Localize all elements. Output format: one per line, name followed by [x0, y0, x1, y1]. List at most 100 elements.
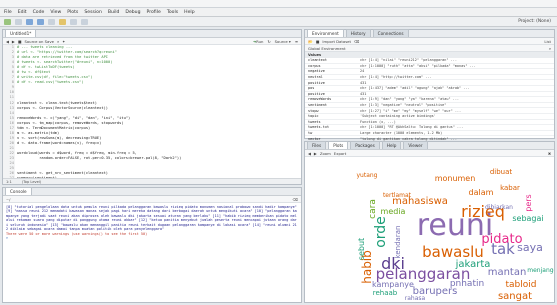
save-source-icon[interactable]: ■ [18, 39, 22, 44]
import-dataset-button[interactable]: Import Dataset [322, 39, 351, 44]
menu-profile[interactable]: Profile [147, 10, 161, 15]
cloud-word: rehaab [373, 289, 398, 297]
tab-untitled1[interactable]: Untitled1* [5, 29, 37, 37]
forward-icon[interactable]: ▶ [12, 39, 15, 44]
rerun-icon[interactable]: ↻ [267, 39, 270, 44]
menu-debug[interactable]: Debug [125, 10, 140, 15]
tab-history[interactable]: History [345, 29, 371, 37]
env-value: chr [1:4] "nilai" "reuni212" "pelanggara… [360, 58, 457, 63]
code-editor[interactable]: 1 2 3 4 5 6 7 8 9 10 11 12 13 14 15 16 17 18 19 20 21 22 23 24 2… [3, 45, 301, 178]
scope-indicator[interactable]: (Top Level) [22, 180, 42, 184]
tab-packages[interactable]: Packages [350, 141, 380, 149]
env-value: chr [1:1000] "ruth" "atta" "aksi" "pilka… [360, 63, 476, 68]
cloud-word: tak [491, 240, 515, 258]
zoom-button[interactable]: Zoom [320, 151, 331, 156]
console-pane: Console ~/ ⌫ [8] "tutorial pengelolaan d… [2, 187, 302, 303]
line-number-gutter: 1 2 3 4 5 6 7 8 9 10 11 12 13 14 15 16 17 18 19 20 21 22 23 24 2… [3, 45, 15, 178]
save-icon[interactable] [26, 18, 33, 25]
source-on-save-label[interactable]: Source on Save [24, 39, 54, 44]
menu-file[interactable]: File [4, 10, 12, 15]
console-prompt[interactable]: > [6, 236, 8, 240]
cloud-word: media [381, 207, 406, 216]
env-value: 431 [360, 91, 367, 96]
tab-plots[interactable]: Plots [328, 141, 349, 149]
open-file-icon[interactable] [15, 18, 22, 25]
wand-icon[interactable]: ✦ [62, 39, 65, 44]
menu-session[interactable]: Session [84, 10, 102, 15]
env-value: chr [1:437] "adem" "adil" "agung" "ajak"… [360, 86, 470, 91]
cloud-word: yutang [357, 172, 378, 179]
menu-tools[interactable]: Tools [167, 10, 178, 15]
menu-code[interactable]: Code [33, 10, 45, 15]
scope-bar: Global Environment ⌕ [305, 45, 554, 52]
code-lines[interactable]: # --- tweets cleaning --- # url <- "https… [17, 45, 299, 178]
global-environment-select[interactable]: Global Environment [308, 46, 346, 51]
list-view-button[interactable]: List [544, 39, 551, 44]
menu-build[interactable]: Build [108, 10, 120, 15]
go-to-file-icon[interactable] [59, 18, 66, 25]
clear-plots-icon[interactable]: ✖ [548, 151, 551, 156]
tab-console[interactable]: Console [5, 187, 32, 195]
word-cloud: reunipelanggaranbawaslurizieqdkipidatota… [357, 168, 555, 302]
source-toolbar: ◀ ▶ ■ Source on Save ⌕ ✦ ➜Run ↻ Source ▾… [3, 38, 301, 45]
cloud-word: dibuat [490, 168, 513, 176]
project-menu[interactable]: Project: (None) [518, 19, 551, 24]
env-value: chr [1:9] "dan" "yang" "ya" "karena" "at… [360, 97, 460, 102]
broom-icon[interactable]: ⌫ [354, 39, 359, 44]
tab-viewer[interactable]: Viewer [403, 141, 428, 149]
addins-icon[interactable] [81, 18, 88, 25]
save-all-icon[interactable] [37, 18, 44, 25]
working-directory[interactable]: ~/ [6, 197, 10, 202]
cloud-word: tabloid [506, 280, 537, 290]
menu-plots[interactable]: Plots [67, 10, 78, 15]
environment-toolbar: 📂 ■ Import Dataset ⌫ List [305, 38, 554, 45]
source-label: Source [274, 38, 288, 44]
clear-console-icon[interactable]: ⌫ [293, 197, 298, 202]
menu-icon[interactable]: ≡ [295, 39, 298, 44]
editor-status-bar: 1:1 (Top Level) [3, 178, 301, 184]
workspace-panes-icon[interactable] [70, 18, 77, 25]
env-value: 24 [360, 69, 365, 74]
env-value: chr [1:4] "http://twitter.com" ... [360, 75, 432, 80]
next-plot-icon[interactable]: ▶ [314, 151, 317, 156]
environment-table: Values cleantext chr [1:4] "nilai" "reuni… [305, 52, 554, 142]
menu-view[interactable]: View [50, 10, 61, 15]
env-value: 431 [360, 80, 367, 85]
env-name: stopw [308, 108, 319, 113]
cloud-word: saya [517, 241, 543, 254]
cloud-word: dibiarkan [485, 204, 513, 211]
open-env-icon[interactable]: 📂 [308, 39, 313, 44]
tab-help[interactable]: Help [381, 141, 402, 149]
env-name: corpus [308, 63, 321, 68]
cloud-word: dalam [469, 188, 494, 197]
new-file-icon[interactable] [4, 18, 11, 25]
export-button[interactable]: Export [334, 151, 346, 156]
env-value: 'Subject containing active bindings' [360, 114, 436, 119]
plots-pane: Files Plots Packages Help Viewer ◀ ▶ Zoo… [304, 141, 555, 303]
menu-help[interactable]: Help [184, 10, 194, 15]
search-icon[interactable]: ⌕ [57, 39, 59, 44]
env-name: tw [308, 131, 313, 136]
cloud-word: pers [524, 194, 533, 211]
console-output[interactable]: [8] "tutorial pengelolaan data untuk pem… [3, 203, 301, 302]
env-value: "tolong di gantikan cakra tolong ditinda… [360, 136, 457, 141]
source-button[interactable]: Source ▾ [275, 39, 291, 44]
tab-connections[interactable]: Connections [372, 29, 409, 37]
main-toolbar: Project: (None) [0, 17, 557, 27]
tab-environment[interactable]: Environment [307, 29, 344, 37]
env-name: sentiment [308, 103, 327, 108]
run-button[interactable]: ➜Run [253, 39, 263, 44]
env-search-icon[interactable]: ⌕ [549, 46, 551, 51]
cloud-word: kendaran [394, 226, 402, 259]
back-icon[interactable]: ◀ [6, 39, 9, 44]
save-env-icon[interactable]: ■ [316, 39, 320, 44]
prev-plot-icon[interactable]: ◀ [308, 151, 311, 156]
env-value: chr [1:3] "negative" "neutral" "positive… [360, 103, 447, 108]
print-icon[interactable] [48, 18, 55, 25]
console-tabs: Console [3, 187, 301, 196]
tab-files[interactable]: Files [307, 141, 327, 149]
plots-toolbar: ◀ ▶ Zoom Export ✖ [305, 150, 554, 157]
menu-edit[interactable]: Edit [18, 10, 27, 15]
env-name: neutral [308, 75, 323, 80]
title-bar [0, 0, 557, 8]
